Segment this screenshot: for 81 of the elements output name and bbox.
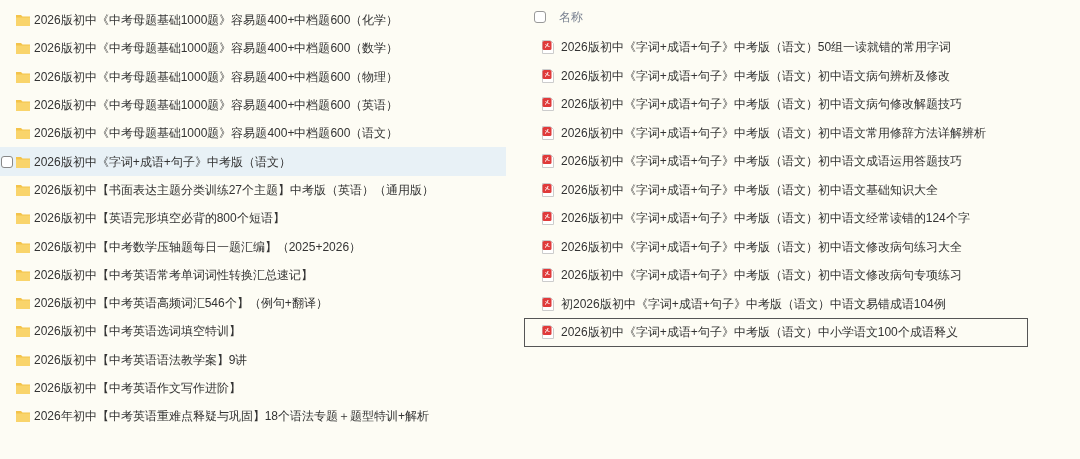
file-row[interactable]: 2026版初中《字词+成语+句子》中考版（语文）初中语文病句修改解题技巧 bbox=[524, 90, 1028, 119]
file-row[interactable]: 2026版初中《字词+成语+句子》中考版（语文）初中语文成语运用答题技巧 bbox=[524, 147, 1028, 176]
pdf-file-icon bbox=[542, 239, 554, 254]
pdf-file-icon bbox=[542, 125, 554, 140]
folder-icon bbox=[16, 155, 30, 168]
folder-name: 2026版初中【书面表达主题分类训练27个主题】中考版（英语）（通用版） bbox=[34, 181, 435, 199]
folder-name: 2026版初中【英语完形填空必背的800个短语】 bbox=[34, 210, 285, 228]
file-row[interactable]: 2026版初中《字词+成语+句子》中考版（语文）初中语文修改病句练习大全 bbox=[524, 232, 1028, 261]
file-row[interactable]: 2026版初中《字词+成语+句子》中考版（语文）初中语文常用修辞方法详解辨析 bbox=[524, 118, 1028, 147]
folder-name: 2026版初中《中考母题基础1000题》容易题400+中档题600（物理） bbox=[34, 68, 399, 86]
folder-row[interactable]: 2026版初中【中考英语高频词汇546个】（例句+翻译） bbox=[0, 288, 506, 318]
pdf-file-icon bbox=[542, 211, 554, 226]
pdf-file-icon bbox=[542, 268, 554, 283]
folder-icon bbox=[16, 382, 30, 394]
file-row[interactable]: 2026版初中《字词+成语+句子》中考版（语文）初中语文基础知识大全 bbox=[524, 175, 1028, 204]
folder-row[interactable]: 2026版初中【中考英语常考单词词性转换汇总速记】 bbox=[0, 260, 506, 289]
folder-icon bbox=[16, 297, 30, 310]
file-name: 2026版初中《字词+成语+句子》中考版（语文）初中语文基础知识大全 bbox=[561, 181, 938, 199]
file-row[interactable]: 2026版初中《字词+成语+句子》中考版（语文）50组一读就错的常用字词 bbox=[524, 33, 1028, 62]
folder-name: 2026版初中《中考母题基础1000题》容易题400+中档题600（英语） bbox=[34, 97, 399, 115]
checkbox[interactable] bbox=[534, 11, 546, 23]
file-name: 2026版初中《字词+成语+句子》中考版（语文）初中语文成语运用答题技巧 bbox=[561, 153, 962, 171]
file-name: 2026版初中《字词+成语+句子》中考版（语文）初中语文修改病句专项练习 bbox=[561, 267, 962, 285]
folder-icon bbox=[16, 268, 30, 281]
folder-icon bbox=[16, 240, 30, 253]
file-name: 2026版初中《字词+成语+句子》中考版（语文）50组一读就错的常用字词 bbox=[561, 39, 952, 57]
folder-icon bbox=[16, 70, 30, 83]
folder-name: 2026版初中【中考英语作文写作进阶】 bbox=[34, 380, 241, 397]
folder-name: 2026版初中《中考母题基础1000题》容易题400+中档题600（化学） bbox=[34, 12, 399, 30]
folder-row[interactable]: 2026版初中《中考母题基础1000题》容易题400+中档题600（物理） bbox=[0, 62, 506, 91]
checkbox[interactable] bbox=[1, 155, 13, 168]
file-name: 2026版初中《字词+成语+句子》中考版（语文）初中语文病句修改解题技巧 bbox=[561, 96, 962, 114]
folder-row[interactable]: 2026版初中《中考母题基础1000题》容易题400+中档题600（英语） bbox=[0, 90, 506, 120]
folder-name: 2026版初中《字词+成语+句子》中考版（语文） bbox=[34, 153, 291, 171]
folder-icon bbox=[16, 353, 30, 366]
folder-name: 2026版初中【中考英语语法教学案】9讲 bbox=[34, 351, 248, 369]
folder-name: 2026版初中【中考英语常考单词词性转换汇总速记】 bbox=[34, 266, 313, 284]
folder-name: 2026版初中《中考母题基础1000题》容易题400+中档题600（语文） bbox=[34, 125, 399, 143]
folder-row[interactable]: 2026版初中《中考母题基础1000题》容易题400+中档题600（数学） bbox=[0, 34, 506, 63]
folder-row[interactable]: 2026版初中《中考母题基础1000题》容易题400+中档题600（化学） bbox=[0, 6, 506, 35]
folder-name: 2026版初中【中考英语选词填空特训】 bbox=[34, 323, 241, 341]
file-row[interactable]: 初2026版初中《字词+成语+句子》中考版（语文）中语文易错成语104例 bbox=[524, 289, 1028, 318]
file-row[interactable]: 2026版初中《字词+成语+句子》中考版（语文）初中语文病句辨析及修改 bbox=[524, 61, 1028, 90]
pdf-file-icon bbox=[542, 97, 554, 112]
folder-row[interactable]: 2026版初中【书面表达主题分类训练27个主题】中考版（英语）（通用版） bbox=[0, 175, 506, 205]
pdf-file-icon bbox=[542, 325, 554, 340]
folder-row[interactable]: 2026版初中【中考英语语法教学案】9讲 bbox=[0, 345, 506, 374]
folder-icon bbox=[16, 127, 30, 140]
folder-name: 2026年初中【中考英语重难点释疑与巩固】18个语法专题＋题型特训+解析 bbox=[34, 408, 430, 426]
pdf-file-icon bbox=[542, 40, 554, 55]
column-header[interactable]: 名称 bbox=[559, 8, 583, 26]
folder-row[interactable]: 2026版初中《字词+成语+句子》中考版（语文） bbox=[0, 147, 506, 176]
file-row[interactable]: 2026版初中《字词+成语+句子》中考版（语文）中小学语文100个成语释义 bbox=[524, 318, 1028, 347]
folder-name: 2026版初中《中考母题基础1000题》容易题400+中档题600（数学） bbox=[34, 40, 399, 58]
folder-name: 2026版初中【中考英语高频词汇546个】（例句+翻译） bbox=[34, 295, 328, 313]
folder-icon bbox=[16, 325, 30, 338]
pdf-file-icon bbox=[542, 182, 554, 197]
file-row[interactable]: 2026版初中《字词+成语+句子》中考版（语文）初中语文修改病句专项练习 bbox=[524, 261, 1028, 290]
folder-icon bbox=[16, 212, 30, 225]
file-name: 初2026版初中《字词+成语+句子》中考版（语文）中语文易错成语104例 bbox=[561, 295, 946, 313]
folder-row[interactable]: 2026版初中【中考英语作文写作进阶】 bbox=[0, 373, 506, 403]
pdf-file-icon bbox=[542, 68, 554, 83]
folder-row[interactable]: 2026版初中【中考英语选词填空特训】 bbox=[0, 317, 506, 346]
pdf-file-icon bbox=[542, 296, 554, 311]
folder-icon bbox=[16, 14, 30, 27]
folder-row[interactable]: 2026年初中【中考英语重难点释疑与巩固】18个语法专题＋题型特训+解析 bbox=[0, 402, 506, 431]
file-name: 2026版初中《字词+成语+句子》中考版（语文）初中语文常用修辞方法详解辨析 bbox=[561, 124, 986, 142]
folder-icon bbox=[16, 183, 30, 196]
file-name: 2026版初中《字词+成语+句子》中考版（语文）中小学语文100个成语释义 bbox=[561, 324, 958, 342]
file-name: 2026版初中《字词+成语+句子》中考版（语文）初中语文经常读错的124个字 bbox=[561, 210, 970, 228]
folder-row[interactable]: 2026版初中《中考母题基础1000题》容易题400+中档题600（语文） bbox=[0, 119, 506, 148]
folder-name: 2026版初中【中考数学压轴题每日一题汇编】（2025+2026） bbox=[34, 238, 362, 256]
folder-row[interactable]: 2026版初中【英语完形填空必背的800个短语】 bbox=[0, 204, 506, 233]
folder-icon bbox=[16, 410, 30, 423]
folder-icon bbox=[16, 99, 30, 112]
file-name: 2026版初中《字词+成语+句子》中考版（语文）初中语文病句辨析及修改 bbox=[561, 67, 950, 85]
file-name: 2026版初中《字词+成语+句子》中考版（语文）初中语文修改病句练习大全 bbox=[561, 238, 962, 256]
file-row[interactable]: 2026版初中《字词+成语+句子》中考版（语文）初中语文经常读错的124个字 bbox=[524, 204, 1028, 233]
folder-row[interactable]: 2026版初中【中考数学压轴题每日一题汇编】（2025+2026） bbox=[0, 232, 506, 261]
folder-icon bbox=[16, 42, 30, 55]
pdf-file-icon bbox=[542, 154, 554, 169]
